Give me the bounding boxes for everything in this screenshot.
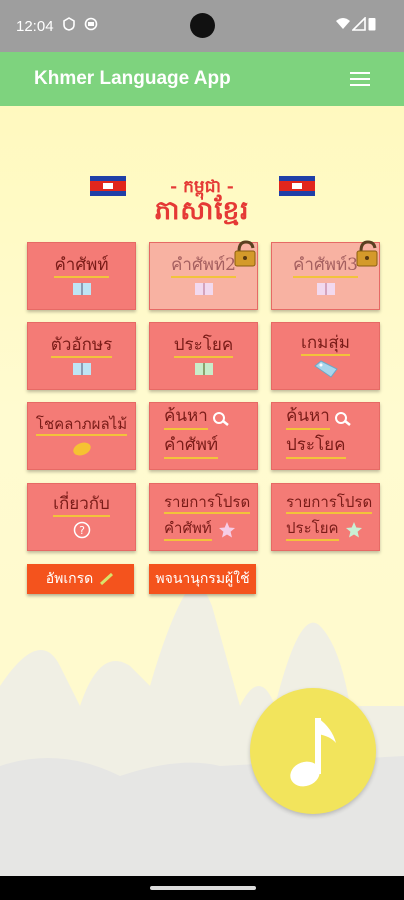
tile-search-vocabulary[interactable]: ค้นหา คำศัพท์ (149, 402, 258, 470)
upgrade-button-label: อัพเกรด (45, 571, 94, 587)
battery-icon (368, 18, 376, 31)
question-icon: ? (73, 522, 90, 539)
star-icon (345, 522, 362, 538)
tile-search-sentences[interactable]: ค้นหา ประโยค (271, 402, 380, 470)
tile-label: เกี่ยวกับ (53, 494, 110, 518)
tile-label-line2: คำศัพท์ (164, 520, 212, 541)
status-bar: 12:04 (0, 0, 404, 52)
tile-favorite-sentences[interactable]: รายการโปรด ประโยค (271, 483, 380, 551)
system-navigation-bar (0, 876, 404, 900)
star-icon (218, 522, 235, 538)
upgrade-button[interactable]: อัพเกรด (27, 564, 134, 594)
tile-label: ตัวอักษร (50, 335, 113, 359)
tile-label-line1: ค้นหา (164, 407, 208, 430)
tile-label: คำศัพท์3 (293, 255, 358, 279)
tile-label-line2: ประโยค (286, 520, 339, 541)
user-dictionary-button-label: พจนานุกรมผู้ใช้ (155, 571, 250, 587)
tile-label-line2: คำศัพท์ (164, 436, 219, 459)
front-camera (190, 13, 215, 38)
tile-random-game[interactable]: เกมสุ่ม (271, 322, 380, 390)
tile-vocabulary-2[interactable]: คำศัพท์2 (149, 240, 258, 310)
tile-alphabet[interactable]: ตัวอักษร (27, 322, 136, 390)
book-icon (72, 283, 91, 296)
lock-icon (234, 240, 256, 267)
tile-fruit-fortune[interactable]: โชคลาภผลไม้ (27, 402, 136, 470)
cambodia-flag-icon-left (90, 176, 126, 196)
wifi-icon (336, 18, 350, 29)
tag-icon (313, 360, 338, 379)
user-dictionary-button[interactable]: พจนานุกรมผู้ใช้ (149, 564, 256, 594)
tile-label: เกมสุ่ม (301, 333, 350, 357)
tile-vocabulary-3[interactable]: คำศัพท์3 (271, 240, 380, 310)
tile-label-line1: ค้นหา (286, 407, 330, 430)
tile-vocabulary-1[interactable]: คำศัพท์ (27, 242, 136, 310)
book-icon (194, 363, 213, 376)
book-icon (72, 363, 91, 376)
logo-title-big: ភាសាខ្មែរ (154, 196, 250, 226)
book-icon (194, 283, 213, 296)
tile-sentences[interactable]: ประโยค (149, 322, 258, 390)
signal-icon (352, 17, 366, 31)
tile-favorite-vocabulary[interactable]: รายการโปรด คำศัพท์ (149, 483, 258, 551)
search-icon (212, 411, 229, 426)
cambodia-flag-icon-right (279, 176, 315, 196)
home-gesture-handle[interactable] (150, 886, 256, 890)
pencil-icon (100, 572, 114, 586)
tile-label: โชคลาภผลไม้ (35, 416, 128, 437)
notification-app-icon (84, 17, 98, 31)
tile-label: ประโยค (173, 335, 234, 359)
location-icon (63, 17, 75, 31)
tile-label: คำศัพท์2 (171, 255, 236, 279)
status-time: 12:04 (16, 18, 54, 35)
lock-icon (356, 240, 378, 267)
hamburger-menu-icon[interactable] (350, 72, 370, 87)
tile-about[interactable]: เกี่ยวกับ ? (27, 483, 136, 551)
music-note-icon (290, 718, 336, 787)
search-icon (334, 411, 351, 426)
mango-icon (72, 442, 91, 456)
main-content: - កម្ពុជា - ភាសាខ្មែរ คำศัพท์ คำศัพท์2 ค… (0, 106, 404, 876)
tile-label: คำศัพท์ (54, 255, 109, 279)
svg-text:?: ? (79, 524, 85, 537)
tile-label-line2: ประโยค (286, 436, 346, 459)
app-title: Khmer Language App (34, 68, 231, 89)
music-toggle-button[interactable] (250, 688, 376, 814)
app-bar: Khmer Language App (0, 52, 404, 106)
tile-label-line1: รายการโปรด (164, 493, 251, 514)
tile-label-line1: รายการโปรด (286, 493, 373, 514)
book-icon (316, 283, 335, 296)
